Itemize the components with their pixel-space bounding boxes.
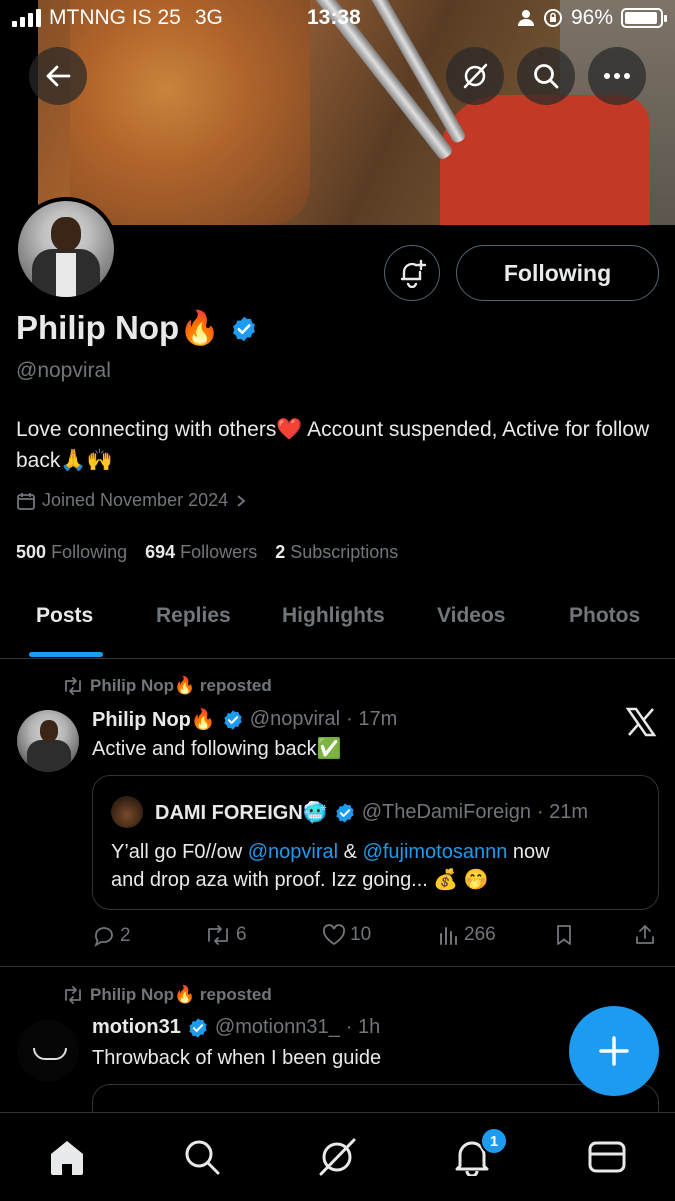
followers-stat[interactable]: 694 Followers <box>145 542 257 563</box>
quoted-author-avatar <box>111 796 143 828</box>
joined-date: Joined November 2024 <box>42 490 229 510</box>
clock: 13:38 <box>307 6 361 29</box>
post-author-handle: @nopviral <box>249 708 341 730</box>
x-logo-icon[interactable] <box>625 706 657 738</box>
back-arrow-icon <box>46 65 71 87</box>
post-text: Throwback of when I been guide <box>92 1047 382 1069</box>
more-icon <box>604 73 630 79</box>
subscriptions-stat[interactable]: 2 Subscriptions <box>275 542 398 563</box>
repost-icon <box>65 677 81 695</box>
repost-icon <box>65 986 81 1004</box>
calendar-icon <box>17 492 35 510</box>
post-divider <box>0 966 675 967</box>
quoted-post-text: Y’all go F0//ow @nopviral & @fujimotosan… <box>111 841 550 891</box>
like-button[interactable]: 10 <box>322 924 371 946</box>
post-author-handle: @motionn31_ <box>214 1016 340 1038</box>
views-icon <box>440 927 457 945</box>
repost-indicator: Philip Nop🔥 reposted <box>62 985 272 1005</box>
verified-badge-icon <box>224 709 242 730</box>
repost-button[interactable]: 6 <box>204 924 247 946</box>
profile-bio: Love connecting with others❤️ Account su… <box>16 418 650 472</box>
bookmark-icon <box>557 925 571 945</box>
post-header: motion31 @motionn31_ · 1h <box>92 1016 380 1039</box>
mail-icon <box>588 1141 626 1173</box>
profile-stats: 500 Following 694 Followers 2 Subscripti… <box>16 542 398 563</box>
tab-videos[interactable]: Videos <box>437 604 505 628</box>
profile-avatar[interactable] <box>14 197 118 301</box>
tab-replies[interactable]: Replies <box>156 604 231 628</box>
status-bar: MTNNG IS 25 3G 13:38 96% <box>0 0 675 36</box>
bottom-navigation: 1 <box>0 1112 675 1201</box>
bookmark-button[interactable] <box>554 924 574 946</box>
post-time: · 17m <box>346 708 398 730</box>
search-button[interactable] <box>517 47 575 105</box>
nav-home[interactable] <box>45 1135 89 1179</box>
post-author-avatar[interactable] <box>17 710 79 772</box>
joined-info[interactable]: Joined November 2024 <box>16 490 248 511</box>
post-author-name[interactable]: Philip Nop🔥 <box>92 707 216 732</box>
person-icon <box>517 10 534 26</box>
quoted-author-handle: @TheDamiForeign <box>361 801 531 823</box>
views-button[interactable]: 266 <box>438 924 496 946</box>
quoted-post-time: · 21m <box>536 801 589 823</box>
post-actions: 2 6 10 266 <box>92 924 662 954</box>
mention-link[interactable]: @fujimotosannn <box>363 841 508 863</box>
tab-highlights[interactable]: Highlights <box>282 604 385 628</box>
profile-handle: @nopviral <box>16 359 111 382</box>
tab-photos[interactable]: Photos <box>569 604 640 628</box>
verified-badge-icon <box>189 1017 207 1038</box>
chevron-right-icon <box>237 494 246 507</box>
following-stat[interactable]: 500 Following <box>16 542 127 563</box>
home-icon <box>51 1141 83 1175</box>
following-button[interactable]: Following <box>456 245 659 301</box>
compose-button[interactable] <box>569 1006 659 1096</box>
nav-messages[interactable] <box>585 1135 629 1179</box>
more-button[interactable] <box>588 47 646 105</box>
reply-icon <box>94 927 113 948</box>
nav-search[interactable] <box>180 1135 224 1179</box>
grok-button[interactable] <box>446 47 504 105</box>
nav-grok[interactable] <box>315 1135 359 1179</box>
signal-icon <box>12 9 41 27</box>
battery-icon <box>621 8 667 28</box>
quoted-author-name: DAMI FOREIGN🥶 <box>155 802 328 824</box>
battery-percent: 96% <box>570 6 613 29</box>
search-icon <box>185 1140 220 1175</box>
post-time: · 1h <box>345 1016 381 1038</box>
search-icon <box>534 64 559 89</box>
compose-plus-icon <box>599 1036 629 1066</box>
verified-badge-icon[interactable] <box>230 315 258 343</box>
profile-tabs: Posts Replies Highlights Videos Photos <box>0 596 675 659</box>
share-icon <box>636 925 654 944</box>
like-icon <box>322 924 346 946</box>
post-author-name[interactable]: motion31 <box>92 1016 181 1039</box>
rotation-lock-icon <box>543 9 562 27</box>
active-tab-indicator <box>29 652 103 657</box>
share-button[interactable] <box>634 924 656 946</box>
mention-link[interactable]: @nopviral <box>248 841 338 863</box>
tab-posts[interactable]: Posts <box>36 604 93 628</box>
carrier-name: MTNNG IS 25 <box>49 6 181 29</box>
notifications-badge: 1 <box>480 1127 508 1155</box>
grok-icon <box>463 63 488 89</box>
post-header: Philip Nop🔥 @nopviral · 17m <box>92 707 397 732</box>
back-button[interactable] <box>29 47 87 105</box>
repost-indicator: Philip Nop🔥 reposted <box>62 676 272 696</box>
reply-button[interactable]: 2 <box>92 924 131 948</box>
grok-icon <box>319 1138 356 1176</box>
post-text: Active and following back✅ <box>92 738 342 760</box>
profile-name: Philip Nop🔥 <box>16 309 221 346</box>
repost-icon <box>208 925 228 945</box>
notifications-toggle-button[interactable] <box>384 245 440 301</box>
post-author-avatar[interactable] <box>17 1020 79 1082</box>
network-type: 3G <box>194 6 223 29</box>
quoted-post[interactable]: DAMI FOREIGN🥶 @TheDamiForeign · 21m Y’al… <box>92 775 659 910</box>
notification-add-icon <box>400 259 427 288</box>
verified-badge-icon <box>336 802 354 823</box>
